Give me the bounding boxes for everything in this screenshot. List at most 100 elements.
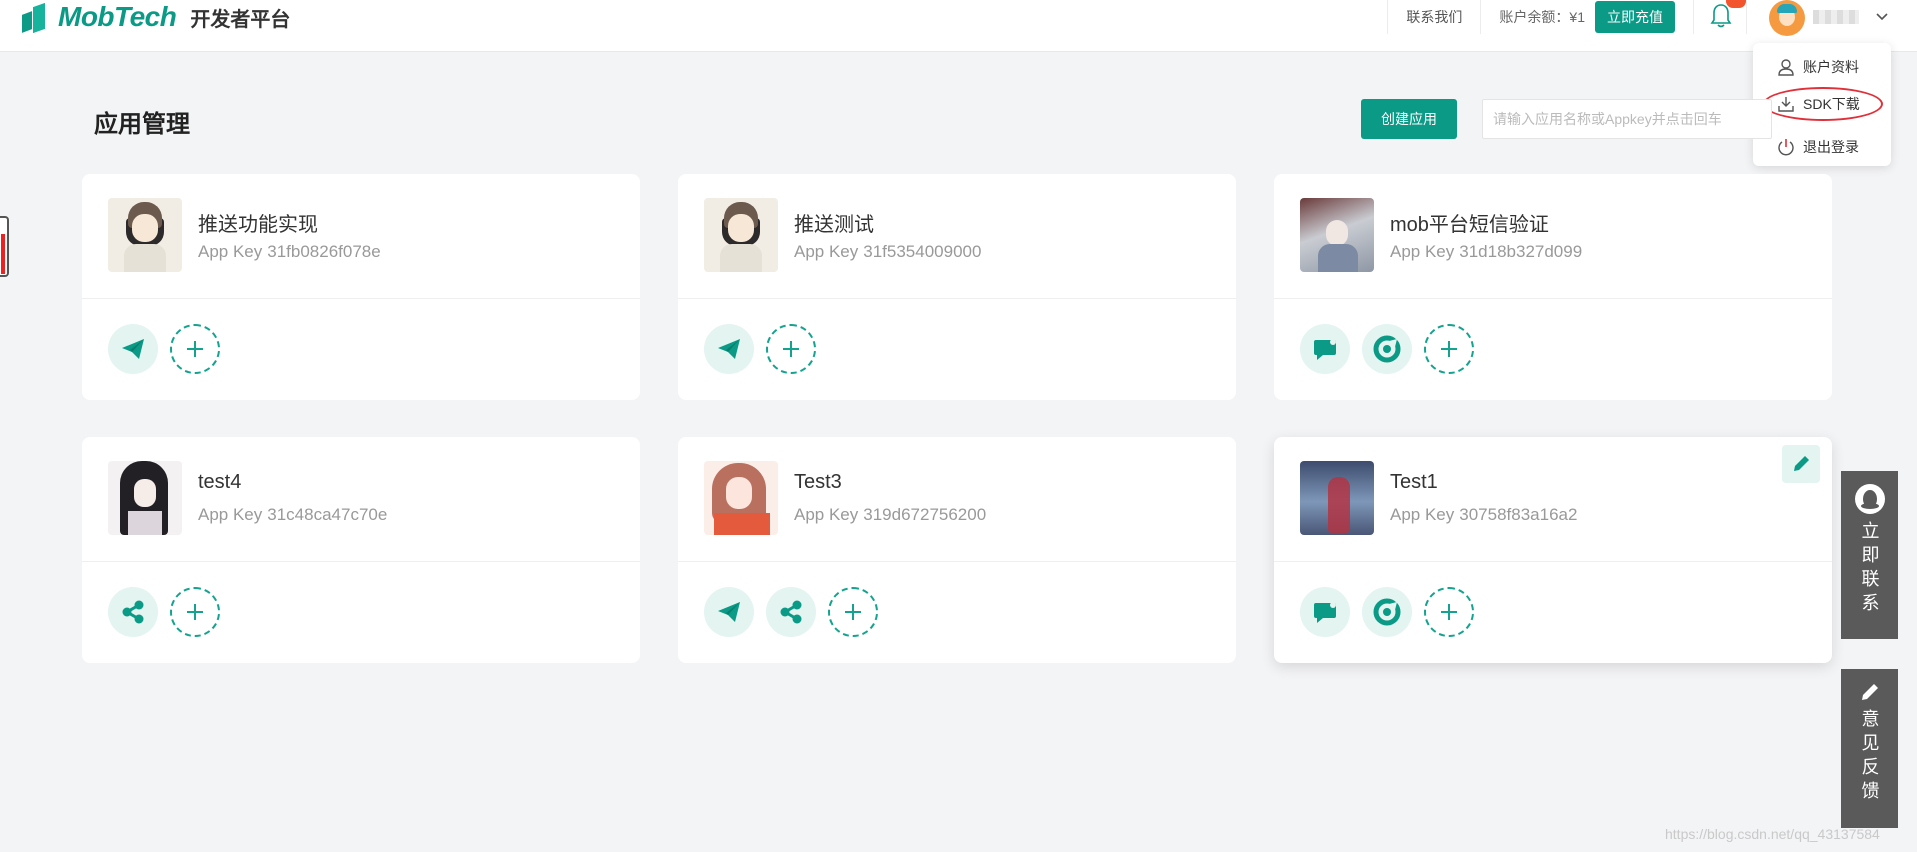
avatar xyxy=(1769,0,1805,36)
top-right-area: 联系我们 账户余额：¥1 立即充值 xyxy=(1387,0,1917,36)
menu-item-label: 退出登录 xyxy=(1803,139,1859,155)
app-avatar xyxy=(108,461,182,535)
service-list xyxy=(108,587,220,637)
menu-item-logout[interactable]: 退出登录 xyxy=(1753,133,1891,161)
plus-icon xyxy=(1441,604,1457,620)
plus-icon xyxy=(187,604,203,620)
feedback-label: 意见反馈 xyxy=(1859,709,1880,805)
mobverify-icon xyxy=(1373,335,1401,363)
push-icon xyxy=(122,339,144,359)
app-card[interactable]: 推送测试 App Key 31f5354009000 xyxy=(678,174,1236,400)
logo-mark-icon xyxy=(22,2,52,34)
add-service-button[interactable] xyxy=(766,324,816,374)
add-service-button[interactable] xyxy=(828,587,878,637)
logo[interactable]: MobTech 开发者平台 xyxy=(22,0,290,34)
add-service-button[interactable] xyxy=(170,324,220,374)
plus-icon xyxy=(783,341,799,357)
app-avatar xyxy=(108,198,182,272)
app-card[interactable]: Test1 App Key 30758f83a16a2 xyxy=(1274,437,1832,663)
app-key: App Key 31d18b327d099 xyxy=(1390,242,1583,261)
app-name: mob平台短信验证 xyxy=(1390,214,1549,236)
sms-service-button[interactable] xyxy=(1300,587,1350,637)
user-menu-trigger[interactable] xyxy=(1747,0,1917,36)
add-service-button[interactable] xyxy=(1424,324,1474,374)
app-avatar xyxy=(1300,198,1374,272)
user-dropdown: 账户资料 SDK下载 退出登录 xyxy=(1753,43,1891,166)
service-list xyxy=(1300,587,1474,637)
plus-icon xyxy=(1441,341,1457,357)
divider xyxy=(678,298,1236,299)
app-avatar xyxy=(704,198,778,272)
recharge-button[interactable]: 立即充值 xyxy=(1595,1,1675,33)
push-icon xyxy=(718,339,740,359)
service-list xyxy=(108,324,220,374)
share-icon xyxy=(122,600,144,624)
chevron-down-icon xyxy=(1876,13,1888,21)
menu-item-sdk-download[interactable]: SDK下载 xyxy=(1753,87,1891,121)
mobverify-icon xyxy=(1373,598,1401,626)
service-list xyxy=(1300,324,1474,374)
app-key: App Key 319d672756200 xyxy=(794,505,987,524)
scroll-handle[interactable] xyxy=(0,216,9,277)
divider xyxy=(82,561,640,562)
push-service-button[interactable] xyxy=(108,324,158,374)
plus-icon xyxy=(187,341,203,357)
mobverify-service-button[interactable] xyxy=(1362,324,1412,374)
logo-text: MobTech xyxy=(58,1,177,32)
contact-now-label: 立即联系 xyxy=(1859,521,1880,617)
page-title: 应用管理 xyxy=(94,111,190,138)
share-service-button[interactable] xyxy=(766,587,816,637)
app-key: App Key 31fb0826f078e xyxy=(198,242,381,261)
push-service-button[interactable] xyxy=(704,324,754,374)
menu-item-label: 账户资料 xyxy=(1803,59,1859,75)
app-card[interactable]: mob平台短信验证 App Key 31d18b327d099 xyxy=(1274,174,1832,400)
app-name: 推送测试 xyxy=(794,214,874,236)
app-card[interactable]: Test3 App Key 319d672756200 xyxy=(678,437,1236,663)
username-blurred xyxy=(1813,10,1859,24)
sms-service-button[interactable] xyxy=(1300,324,1350,374)
contact-now-button[interactable]: 立即联系 xyxy=(1841,471,1898,639)
divider xyxy=(678,561,1236,562)
app-key: App Key 30758f83a16a2 xyxy=(1390,505,1578,524)
app-name: Test3 xyxy=(794,471,842,493)
logo-subtitle: 开发者平台 xyxy=(190,8,291,31)
balance-text: 账户余额：¥1 xyxy=(1480,0,1585,34)
app-avatar xyxy=(1300,461,1374,535)
create-app-button[interactable]: 创建应用 xyxy=(1361,99,1457,139)
app-name: 推送功能实现 xyxy=(198,214,318,236)
search-input[interactable] xyxy=(1482,99,1772,139)
plus-icon xyxy=(845,604,861,620)
share-service-button[interactable] xyxy=(108,587,158,637)
sms-icon xyxy=(1314,602,1336,623)
add-service-button[interactable] xyxy=(1424,587,1474,637)
app-card[interactable]: 推送功能实现 App Key 31fb0826f078e xyxy=(82,174,640,400)
pencil-icon xyxy=(1861,684,1878,700)
power-icon xyxy=(1778,139,1794,156)
watermark: https://blog.csdn.net/qq_43137584 xyxy=(1665,826,1880,842)
notification-badge xyxy=(1726,0,1746,8)
app-avatar xyxy=(704,461,778,535)
edit-app-button[interactable] xyxy=(1782,445,1820,483)
top-bar: MobTech 开发者平台 联系我们 账户余额：¥1 立即充值 xyxy=(0,0,1917,52)
user-icon xyxy=(1778,59,1794,76)
add-service-button[interactable] xyxy=(170,587,220,637)
menu-item-account-profile[interactable]: 账户资料 xyxy=(1753,53,1891,81)
divider xyxy=(1274,298,1832,299)
share-icon xyxy=(780,600,802,624)
service-list xyxy=(704,324,816,374)
service-list xyxy=(704,587,878,637)
push-icon xyxy=(718,602,740,622)
app-card[interactable]: test4 App Key 31c48ca47c70e xyxy=(82,437,640,663)
feedback-button[interactable]: 意见反馈 xyxy=(1841,669,1898,828)
sms-icon xyxy=(1314,339,1336,360)
app-key: App Key 31f5354009000 xyxy=(794,242,982,261)
qq-icon xyxy=(1854,484,1885,514)
push-service-button[interactable] xyxy=(704,587,754,637)
divider xyxy=(1274,561,1832,562)
app-key: App Key 31c48ca47c70e xyxy=(198,505,388,524)
notification-button[interactable] xyxy=(1693,0,1747,34)
mobverify-service-button[interactable] xyxy=(1362,587,1412,637)
highlight-ring xyxy=(1763,87,1883,121)
app-name: test4 xyxy=(198,471,242,493)
contact-us-link[interactable]: 联系我们 xyxy=(1387,0,1480,34)
